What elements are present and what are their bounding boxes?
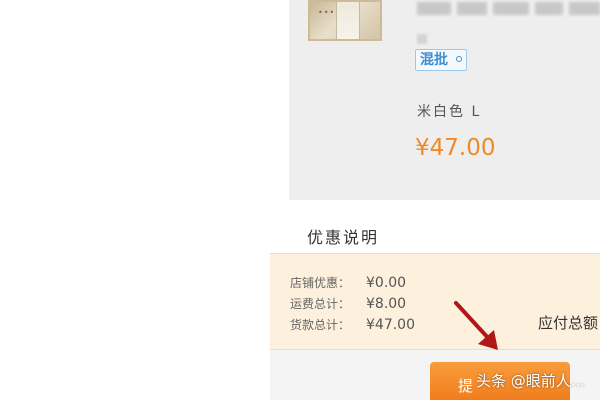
blank-area	[0, 0, 270, 400]
summary-value: ¥0.00	[366, 275, 407, 291]
product-variant: 米白色 L	[417, 104, 482, 120]
watermark: 头条 @眼前人...	[476, 372, 586, 390]
summary-row-shop-discount: 店铺优惠： ¥0.00	[290, 274, 406, 291]
discount-heading: 优惠说明	[307, 228, 380, 247]
summary-value: ¥47.00	[366, 317, 415, 333]
product-subtitle-blurred	[417, 34, 427, 44]
order-summary: 店铺优惠： ¥0.00 运费总计： ¥8.00 货款总计： ¥47.00 应付总额	[270, 253, 600, 350]
product-thumbnail[interactable]: •••	[308, 0, 382, 41]
summary-label: 店铺优惠：	[290, 276, 351, 290]
dress-image	[336, 2, 360, 39]
product-title-blurred	[417, 0, 600, 18]
mixed-wholesale-tag: 混批	[415, 49, 467, 71]
thumbnail-dots: •••	[318, 8, 336, 17]
product-price: ¥47.00	[415, 135, 496, 161]
order-panel: ••• 混批 米白色 L ¥47.00 优惠说明 店铺优惠： ¥0.00 运费总计…	[270, 0, 600, 400]
total-payable-label: 应付总额	[538, 314, 599, 332]
tag-label: 混批	[420, 52, 448, 68]
annotation-arrow-icon	[454, 301, 498, 350]
summary-label: 货款总计：	[290, 318, 351, 332]
summary-row-shipping: 运费总计： ¥8.00	[290, 295, 406, 312]
summary-row-goods-total: 货款总计： ¥47.00	[290, 316, 415, 333]
summary-value: ¥8.00	[366, 296, 407, 312]
summary-label: 运费总计：	[290, 297, 351, 311]
product-card: ••• 混批 米白色 L ¥47.00	[289, 0, 600, 200]
tag-dot-icon	[456, 56, 462, 62]
